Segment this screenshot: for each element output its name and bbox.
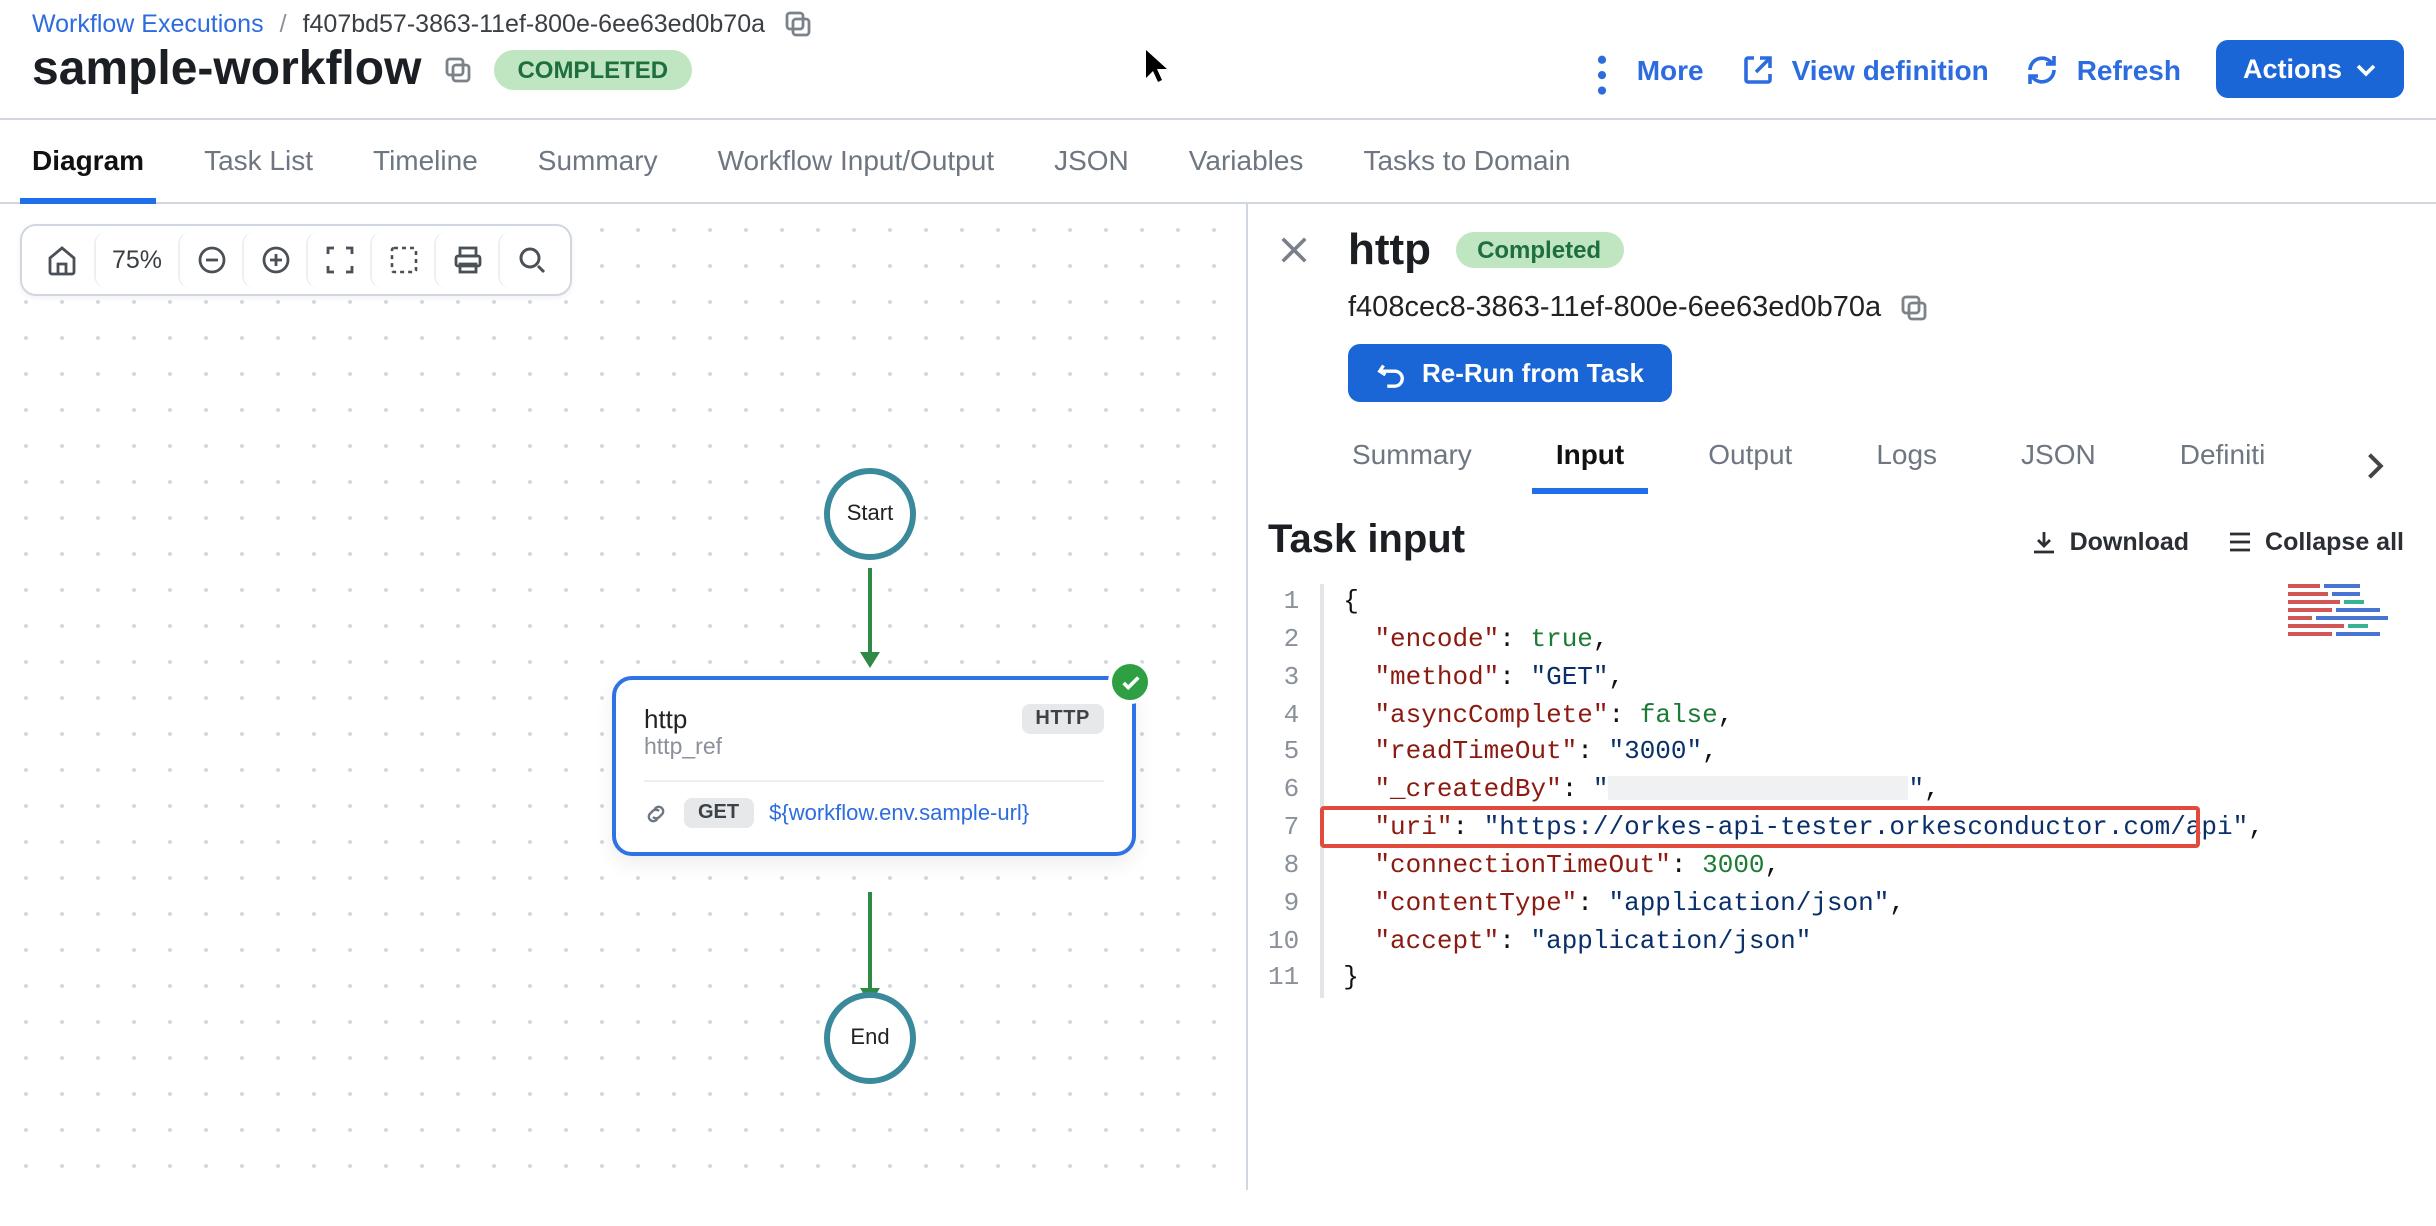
breadcrumb-sep: / <box>280 10 287 38</box>
collapse-all-button[interactable]: Collapse all <box>2225 527 2404 555</box>
code-line: "_createdBy": "", <box>1343 772 2264 810</box>
refresh-icon <box>2025 51 2061 87</box>
view-definition-button[interactable]: View definition <box>1740 51 1989 87</box>
tab-summary[interactable]: Summary <box>534 120 662 202</box>
link-icon <box>644 801 668 825</box>
more-button[interactable]: More <box>1585 51 1704 87</box>
undo-icon <box>1376 358 1406 388</box>
tab-timeline[interactable]: Timeline <box>369 120 482 202</box>
code-line: "asyncComplete": false, <box>1343 697 2264 735</box>
success-check-icon <box>1108 660 1152 704</box>
http-method-badge: GET <box>684 798 753 828</box>
download-icon <box>2030 527 2058 555</box>
actions-button[interactable]: Actions <box>2217 40 2404 98</box>
tab-task-list[interactable]: Task List <box>200 120 317 202</box>
kebab-icon <box>1585 51 1621 87</box>
diagram-task-node[interactable]: http HTTP http_ref GET ${workflow.env.sa… <box>612 676 1136 856</box>
divider <box>644 780 1104 782</box>
panel-tab-output[interactable]: Output <box>1704 438 1796 494</box>
code-line: } <box>1343 961 2264 999</box>
breadcrumb: Workflow Executions / f407bd57-3863-11ef… <box>32 8 2404 40</box>
refresh-label: Refresh <box>2077 53 2181 85</box>
close-icon[interactable] <box>1276 232 1312 268</box>
open-external-icon <box>1740 51 1776 87</box>
http-url-template: ${workflow.env.sample-url} <box>769 801 1029 825</box>
refresh-button[interactable]: Refresh <box>2025 51 2181 87</box>
code-line: "readTimeOut": "3000", <box>1343 735 2264 773</box>
section-title: Task input <box>1268 518 1465 564</box>
node-ref: http_ref <box>644 736 1104 760</box>
diagram-start-node[interactable]: Start <box>824 468 916 560</box>
copy-icon[interactable] <box>441 53 473 85</box>
code-line: "connectionTimeOut": 3000, <box>1343 848 2264 886</box>
code-line: "contentType": "application/json", <box>1343 886 2264 924</box>
tab-tasks-to-domain[interactable]: Tasks to Domain <box>1359 120 1574 202</box>
panel-tabs: Summary Input Output Logs JSON Definiti <box>1348 438 2344 494</box>
collapse-icon <box>2225 527 2253 555</box>
diagram-end-node[interactable]: End <box>824 992 916 1084</box>
code-line: "accept": "application/json" <box>1343 923 2264 961</box>
tab-json[interactable]: JSON <box>1050 120 1133 202</box>
rerun-label: Re-Run from Task <box>1422 358 1644 388</box>
download-label: Download <box>2070 527 2189 555</box>
code-line: "encode": true, <box>1343 622 2264 660</box>
node-title: http <box>644 704 687 734</box>
arrow-down-icon <box>858 648 882 672</box>
breadcrumb-root-link[interactable]: Workflow Executions <box>32 10 264 38</box>
code-line: { <box>1343 584 2264 622</box>
task-status-badge: Completed <box>1455 232 1623 268</box>
code-line: "method": "GET", <box>1343 659 2264 697</box>
panel-tab-logs[interactable]: Logs <box>1872 438 1941 494</box>
workflow-name: sample-workflow <box>32 41 421 97</box>
workflow-status-badge: COMPLETED <box>493 49 692 89</box>
copy-icon[interactable] <box>781 8 813 40</box>
panel-title: http <box>1348 224 1431 276</box>
tab-workflow-input-output[interactable]: Workflow Input/Output <box>714 120 999 202</box>
actions-label: Actions <box>2243 54 2342 84</box>
diagram-edge <box>868 892 872 992</box>
copy-icon[interactable] <box>1897 292 1929 324</box>
more-label: More <box>1637 53 1704 85</box>
rerun-button[interactable]: Re-Run from Task <box>1348 344 1672 402</box>
breadcrumb-execution-id: f407bd57-3863-11ef-800e-6ee63ed0b70a <box>303 10 765 38</box>
task-details-panel: http Completed f408cec8-3863-11ef-800e-6… <box>1248 204 2436 1190</box>
view-definition-label: View definition <box>1792 53 1989 85</box>
panel-tab-definition[interactable]: Definiti <box>2176 438 2270 494</box>
redacted-value <box>1609 776 1909 800</box>
download-button[interactable]: Download <box>2030 527 2189 555</box>
diagram-edge <box>868 568 872 652</box>
node-type-badge: HTTP <box>1021 704 1104 734</box>
collapse-all-label: Collapse all <box>2265 527 2404 555</box>
task-id: f408cec8-3863-11ef-800e-6ee63ed0b70a <box>1348 292 1881 324</box>
code-line: "uri": "https://orkes-api-tester.orkesco… <box>1343 810 2264 848</box>
tabs-scroll-right-icon[interactable] <box>2356 448 2392 484</box>
chevron-down-icon <box>2354 57 2378 81</box>
panel-tab-input[interactable]: Input <box>1552 438 1628 494</box>
tab-variables[interactable]: Variables <box>1185 120 1308 202</box>
panel-tab-summary[interactable]: Summary <box>1348 438 1476 494</box>
json-viewer[interactable]: 1234567891011 { "encode": true, "method"… <box>1268 584 2404 999</box>
panel-tab-json[interactable]: JSON <box>2017 438 2100 494</box>
diagram-canvas[interactable]: 75% Start http HTTP http_ref <box>0 204 1248 1190</box>
tab-diagram[interactable]: Diagram <box>28 120 148 202</box>
main-tabs: Diagram Task List Timeline Summary Workflow … <box>0 118 2436 204</box>
